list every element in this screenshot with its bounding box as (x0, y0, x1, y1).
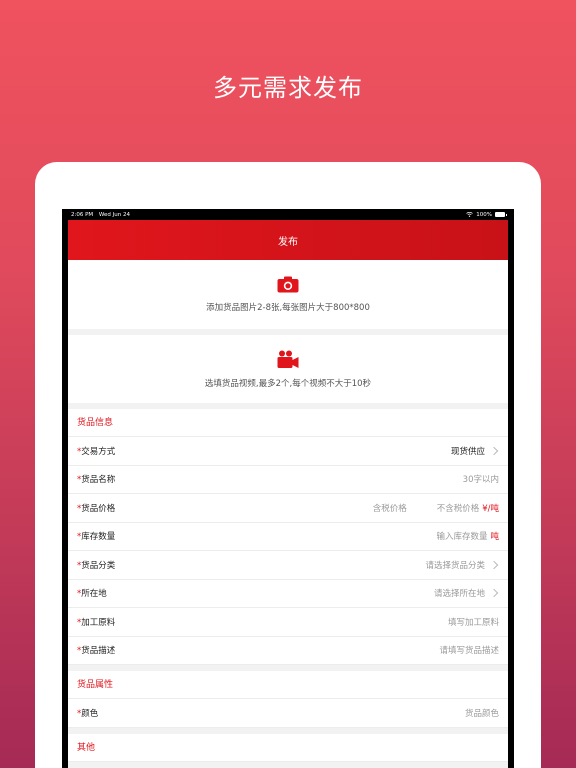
raw-material-label: *加工原料 (77, 617, 116, 628)
location-row[interactable]: *所在地 请选择所在地 (68, 579, 508, 608)
trade-mode-row[interactable]: *交易方式 现货供应 (68, 437, 508, 466)
battery-icon (495, 212, 507, 217)
video-upload-hint: 选填货品视频,最多2个,每个视频不大于10秒 (204, 378, 372, 389)
trade-mode-label: *交易方式 (77, 446, 116, 457)
category-label: *货品分类 (77, 560, 116, 571)
nav-bar: 发布 (68, 220, 508, 260)
goods-name-label: *货品名称 (77, 475, 116, 486)
price-label: *货品价格 (77, 503, 116, 514)
location-select: 请选择所在地 (433, 589, 485, 600)
trade-mode-value: 现货供应 (450, 446, 485, 457)
nav-title: 发布 (278, 236, 298, 248)
status-bar: 2:06 PM Wed Jun 24 100% (62, 209, 514, 220)
chevron-right-icon (489, 589, 499, 598)
section-goods-attrs: 货品属性 (68, 671, 508, 699)
chevron-right-icon (489, 560, 499, 569)
category-row[interactable]: *货品分类 请选择货品分类 (68, 551, 508, 580)
status-date: Wed Jun 24 (98, 211, 131, 218)
color-row[interactable]: *颜色 货品颜色 (68, 699, 508, 728)
goods-name-input[interactable]: 30字以内 (463, 473, 499, 485)
goods-name-row[interactable]: *货品名称 30字以内 (68, 465, 508, 494)
photo-upload-hint: 添加货品图片2-8张,每张图片大于800*800 (206, 303, 370, 313)
stock-input[interactable]: 输入库存数量 (436, 530, 487, 542)
price-excl-tax-input[interactable]: 不含税价格 (437, 502, 480, 514)
section-other: 其他 (68, 733, 508, 762)
category-select: 请选择货品分类 (425, 560, 485, 571)
headline: 多元需求发布 (213, 74, 363, 102)
description-row[interactable]: *货品描述 请填写货品描述 (68, 636, 508, 665)
stock-unit: 吨 (490, 532, 499, 543)
location-label: *所在地 (77, 589, 107, 600)
photo-upload-area[interactable]: 添加货品图片2-8张,每张图片大于800*800 (68, 260, 508, 329)
app-view: 发布 添加货品图片2-8张,每张图片大于800*800 选填货品视频,最多2个,… (68, 220, 508, 768)
wifi-icon (466, 212, 474, 217)
tablet-screen: 2:06 PM Wed Jun 24 100% 发布 添加货品图片2-8张,每张 (62, 209, 514, 768)
battery-percent: 100% (476, 211, 492, 218)
color-label: *颜色 (77, 708, 99, 719)
camera-icon (277, 276, 299, 293)
status-time: 2:06 PM (71, 211, 94, 218)
description-label: *货品描述 (77, 646, 116, 657)
stock-row: *库存数量 输入库存数量 吨 (68, 522, 508, 551)
section-goods-info: 货品信息 (68, 409, 508, 437)
price-incl-tax-input[interactable]: 含税价格 (373, 502, 407, 514)
chevron-right-icon (489, 446, 499, 455)
color-input[interactable]: 货品颜色 (465, 707, 499, 719)
price-row: *货品价格 含税价格 不含税价格 ¥/吨 (68, 494, 508, 523)
stock-label: *库存数量 (77, 532, 116, 543)
video-upload-area[interactable]: 选填货品视频,最多2个,每个视频不大于10秒 (68, 335, 508, 403)
raw-material-input[interactable]: 填写加工原料 (448, 616, 499, 628)
description-input[interactable]: 请填写货品描述 (439, 644, 499, 656)
raw-material-row[interactable]: *加工原料 填写加工原料 (68, 608, 508, 637)
price-unit: ¥/吨 (482, 503, 499, 514)
video-camera-icon (277, 350, 299, 368)
